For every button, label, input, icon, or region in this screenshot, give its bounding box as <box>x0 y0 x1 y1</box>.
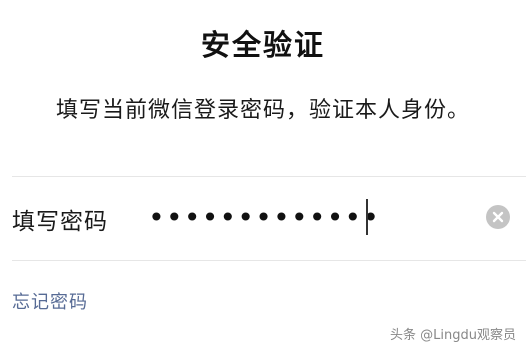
forgot-password-link[interactable]: 忘记密码 <box>12 288 88 314</box>
text-caret <box>366 199 368 235</box>
verification-instruction: 填写当前微信登录密码，验证本人身份。 <box>55 98 470 123</box>
password-label: 填写密码 <box>12 209 108 235</box>
password-row: 填写密码 <box>0 177 526 260</box>
password-input[interactable] <box>148 197 458 237</box>
page-title: 安全验证 <box>200 28 325 62</box>
watermark: 头条 @Lingdu观察员 <box>390 328 516 343</box>
clear-circle-icon <box>492 211 504 223</box>
clear-input-button[interactable] <box>486 205 510 229</box>
divider-bottom <box>12 260 526 261</box>
